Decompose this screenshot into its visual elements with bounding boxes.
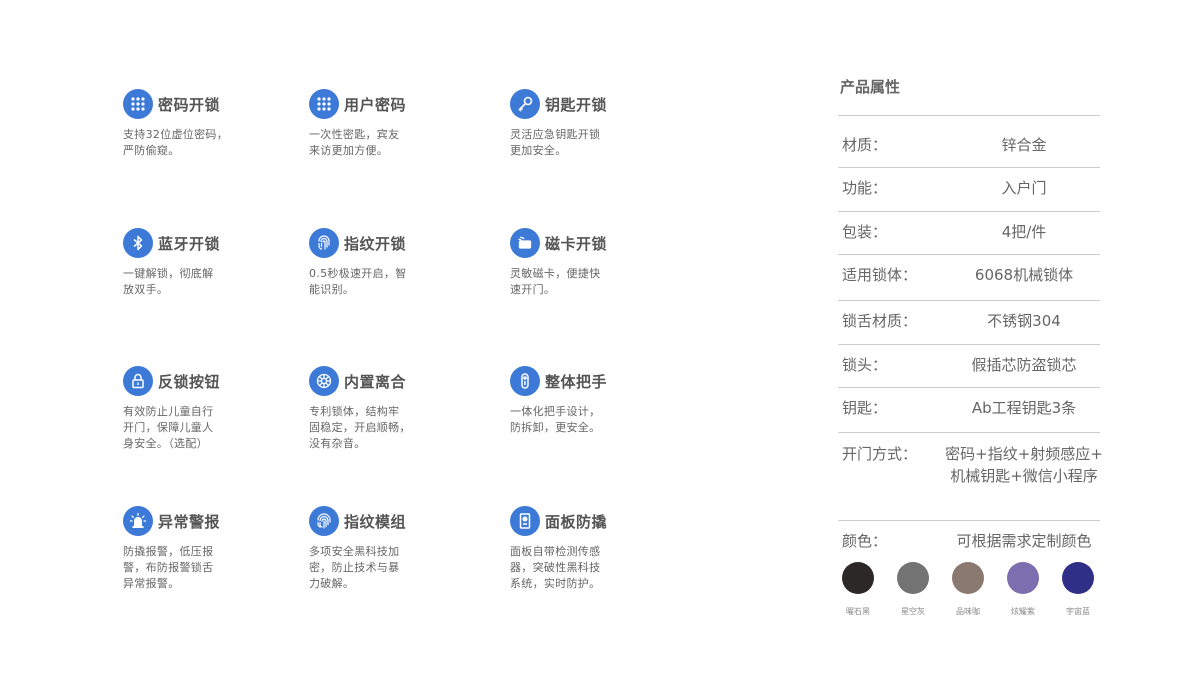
properties-title: 产品属性	[840, 78, 901, 96]
feature-title: 密码开锁	[158, 95, 221, 114]
bluetooth-icon	[123, 228, 153, 258]
feature-desc: 灵活应急钥匙开锁 更加安全。	[510, 128, 601, 157]
property-value: 可根据需求定制颜色	[956, 532, 1092, 550]
color-swatch[interactable]	[1007, 562, 1039, 594]
feature-desc: 专利锁体，结构牢 固稳定，开启顺畅， 没有杂音。	[309, 405, 411, 450]
handle-icon	[510, 366, 540, 396]
property-value: 锌合金	[1001, 136, 1047, 154]
feature-builtin-clutch: 内置离合 专利锁体，结构牢 固稳定，开启顺畅， 没有杂音。	[309, 366, 479, 452]
property-value: Ab工程钥匙3条	[971, 399, 1077, 417]
alarm-icon	[123, 506, 153, 536]
feature-title: 面板防撬	[545, 512, 608, 531]
keypad-icon	[309, 89, 339, 119]
divider	[838, 344, 1100, 345]
feature-desc: 面板自带检测传感 器，突破性黑科技 系统，实时防护。	[510, 545, 601, 590]
key-icon	[510, 89, 540, 119]
feature-user-password: 用户密码 一次性密匙，宾友 来访更加方便。	[309, 89, 479, 159]
property-label: 包装：	[842, 223, 888, 241]
card-icon	[510, 228, 540, 258]
divider	[838, 211, 1100, 212]
lock-icon	[123, 366, 153, 396]
property-label: 开门方式：	[842, 445, 918, 463]
fingerprint-icon	[309, 506, 339, 536]
feature-title: 用户密码	[344, 95, 407, 114]
feature-desc: 一体化把手设计， 防拆卸，更安全。	[510, 405, 601, 434]
feature-title: 异常警报	[158, 512, 221, 531]
color-swatch-label: 品味咖	[956, 607, 980, 616]
feature-fingerprint-unlock: 指纹开锁 0.5秒极速开启，智 能识别。	[309, 228, 479, 298]
feature-desc: 多项安全黑科技加 密，防止技术与暴 力破解。	[309, 545, 400, 590]
property-label: 钥匙：	[842, 399, 888, 417]
divider	[838, 520, 1100, 521]
feature-title: 指纹模组	[344, 512, 407, 531]
feature-title: 反锁按钮	[158, 372, 221, 391]
color-swatch-label: 宇宙蓝	[1066, 607, 1090, 616]
feature-deadlock-button: 反锁按钮 有效防止儿童自行 开门，保障儿童人 身安全。（选配）	[123, 366, 293, 452]
property-label: 锁头：	[842, 356, 888, 374]
color-swatch-label: 炫耀紫	[1011, 607, 1035, 616]
color-swatch[interactable]	[1062, 562, 1094, 594]
feature-card-unlock: 磁卡开锁 灵敏磁卡，便捷快 速开门。	[510, 228, 680, 298]
feature-title: 内置离合	[344, 372, 407, 391]
property-value: 假插芯防盗锁芯	[971, 356, 1077, 374]
feature-integrated-handle: 整体把手 一体化把手设计， 防拆卸，更安全。	[510, 366, 680, 436]
feature-fingerprint-module: 指纹模组 多项安全黑科技加 密，防止技术与暴 力破解。	[309, 506, 479, 592]
feature-desc: 一键解锁，彻底解 放双手。	[123, 267, 214, 296]
color-swatch-label: 星空灰	[901, 607, 925, 616]
color-swatch[interactable]	[897, 562, 929, 594]
feature-title: 整体把手	[545, 372, 608, 391]
property-value: 4把/件	[1001, 223, 1047, 241]
keypad-icon	[123, 89, 153, 119]
panel-icon	[510, 506, 540, 536]
feature-abnormal-alarm: 异常警报 防撬报警，低压报 警，布防报警锁舌 异常报警。	[123, 506, 293, 592]
feature-title: 指纹开锁	[344, 234, 407, 253]
divider	[838, 300, 1100, 301]
property-label: 锁舌材质：	[842, 312, 918, 330]
feature-desc: 0.5秒极速开启，智 能识别。	[309, 267, 407, 296]
feature-panel-anti-pry: 面板防撬 面板自带检测传感 器，突破性黑科技 系统，实时防护。	[510, 506, 680, 592]
property-label: 功能：	[842, 179, 888, 197]
fingerprint-icon	[309, 228, 339, 258]
property-label: 颜色：	[842, 532, 888, 550]
color-swatch[interactable]	[952, 562, 984, 594]
divider	[838, 254, 1100, 255]
divider	[838, 115, 1100, 116]
feature-bluetooth-unlock: 蓝牙开锁 一键解锁，彻底解 放双手。	[123, 228, 293, 298]
color-swatch[interactable]	[842, 562, 874, 594]
property-label: 材质：	[842, 136, 888, 154]
color-swatch-label: 曜石黑	[846, 607, 870, 616]
feature-desc: 有效防止儿童自行 开门，保障儿童人 身安全。（选配）	[123, 405, 214, 450]
feature-title: 蓝牙开锁	[158, 234, 221, 253]
feature-desc: 支持32位虚位密码， 严防偷窥。	[123, 128, 228, 157]
property-value: 6068机械锁体	[974, 266, 1074, 284]
property-value: 不锈钢304	[987, 312, 1061, 330]
divider	[838, 432, 1100, 433]
feature-title: 钥匙开锁	[545, 95, 608, 114]
divider	[838, 167, 1100, 168]
feature-desc: 一次性密匙，宾友 来访更加方便。	[309, 128, 400, 157]
gear-icon	[309, 366, 339, 396]
divider	[838, 387, 1100, 388]
feature-key-unlock: 钥匙开锁 灵活应急钥匙开锁 更加安全。	[510, 89, 680, 159]
property-value: 密码+指纹+射频感应+ 机械钥匙+微信小程序	[945, 445, 1103, 485]
feature-desc: 灵敏磁卡，便捷快 速开门。	[510, 267, 601, 296]
feature-title: 磁卡开锁	[545, 234, 608, 253]
property-value: 入户门	[1001, 179, 1047, 197]
feature-password-unlock: 密码开锁 支持32位虚位密码， 严防偷窥。	[123, 89, 293, 159]
property-label: 适用锁体：	[842, 266, 918, 284]
feature-desc: 防撬报警，低压报 警，布防报警锁舌 异常报警。	[123, 545, 214, 590]
